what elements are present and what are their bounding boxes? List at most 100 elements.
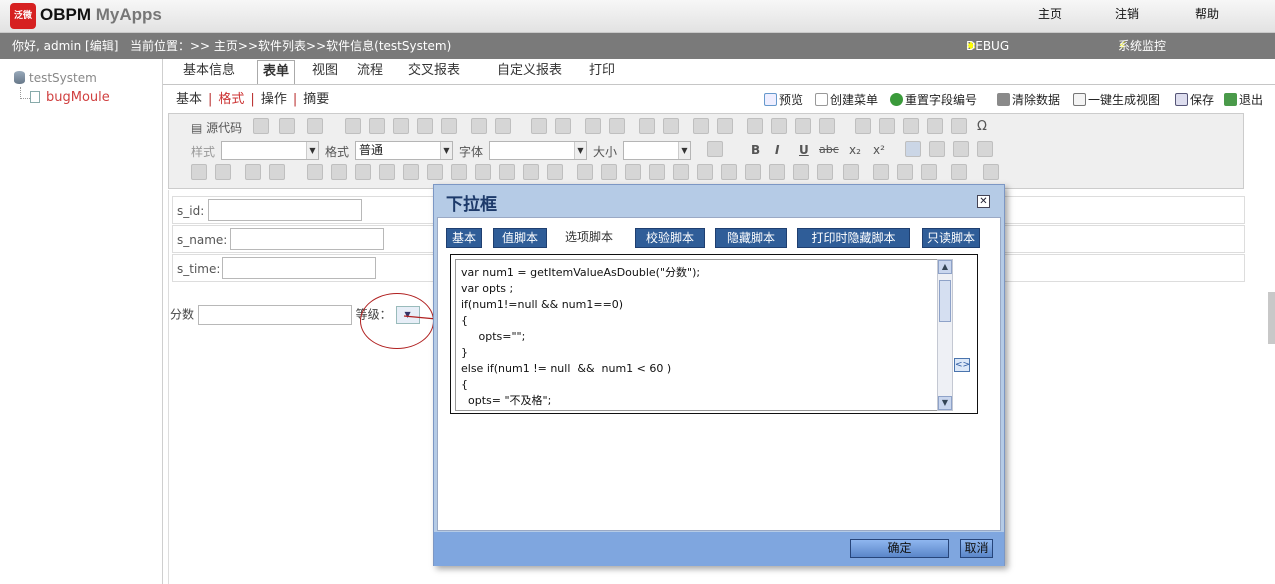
- tab-custom-report[interactable]: 自定义报表: [497, 60, 562, 82]
- user-greeting[interactable]: 你好, admin [编辑]: [12, 33, 118, 59]
- tab-flow[interactable]: 流程: [357, 60, 383, 82]
- superscript-button[interactable]: x²: [873, 143, 885, 157]
- tab-cross-report[interactable]: 交叉报表: [408, 60, 460, 82]
- redo-icon[interactable]: [555, 118, 571, 134]
- reset-field-number-button[interactable]: 重置字段编号: [890, 91, 977, 108]
- tab-field-icon[interactable]: [577, 164, 593, 180]
- html-editor-icon[interactable]: [721, 164, 737, 180]
- dialog-tab-basic[interactable]: 基本: [446, 228, 482, 248]
- qrcode-icon[interactable]: [817, 164, 833, 180]
- nav-home-link[interactable]: 主页: [1038, 5, 1062, 22]
- blockquote-icon[interactable]: [795, 118, 811, 134]
- save-template-icon[interactable]: [253, 118, 269, 134]
- word-field-icon[interactable]: [601, 164, 617, 180]
- subtab-format[interactable]: 格式: [218, 92, 244, 107]
- paste-text-icon[interactable]: [417, 118, 433, 134]
- align-center-icon[interactable]: [929, 141, 945, 157]
- select-field-icon[interactable]: [451, 164, 467, 180]
- tree-field-icon[interactable]: [355, 164, 371, 180]
- view-field-icon[interactable]: [523, 164, 539, 180]
- save-button[interactable]: 保存: [1175, 91, 1214, 108]
- format-select[interactable]: 普通 ▼: [355, 141, 453, 160]
- table-icon[interactable]: [903, 118, 919, 134]
- image-upload-icon[interactable]: [625, 164, 641, 180]
- dialog-tab-print-hide-script[interactable]: 打印时隐藏脚本: [797, 228, 910, 248]
- textarea-icon[interactable]: [269, 164, 285, 180]
- script-edit-icon[interactable]: <>: [954, 358, 970, 372]
- calendar-icon[interactable]: [331, 164, 347, 180]
- select-all-icon[interactable]: [639, 118, 655, 134]
- department-icon[interactable]: [379, 164, 395, 180]
- spellcheck-icon[interactable]: [495, 118, 511, 134]
- report-icon[interactable]: [769, 164, 785, 180]
- tree-root[interactable]: testSystem: [14, 71, 97, 85]
- tab-form[interactable]: 表单: [257, 60, 296, 85]
- bold-button[interactable]: B: [751, 143, 760, 157]
- nav-logout-link[interactable]: 注销: [1115, 5, 1139, 22]
- s-time-input[interactable]: [222, 257, 376, 279]
- subtab-basic[interactable]: 基本: [176, 92, 202, 107]
- s-name-input[interactable]: [230, 228, 384, 250]
- source-code-button[interactable]: ▤ 源代码: [191, 119, 242, 136]
- clear-data-button[interactable]: 清除数据: [997, 91, 1060, 108]
- smiley-icon[interactable]: [951, 118, 967, 134]
- align-right-icon[interactable]: [953, 141, 969, 157]
- tab-print[interactable]: 打印: [589, 60, 615, 82]
- suggest-field-icon[interactable]: [499, 164, 515, 180]
- script-textarea[interactable]: var num1 = getItemValueAsDouble("分数"); v…: [455, 259, 939, 411]
- eraser-icon[interactable]: [663, 118, 679, 134]
- dialog-tab-readonly-script[interactable]: 只读脚本: [922, 228, 980, 248]
- underline-button[interactable]: U: [799, 143, 809, 157]
- close-icon[interactable]: ✕: [977, 195, 990, 208]
- maximize-icon[interactable]: [707, 141, 723, 157]
- paste-word-icon[interactable]: [441, 118, 457, 134]
- style-select[interactable]: ▼: [221, 141, 319, 160]
- scroll-up-icon[interactable]: ▲: [938, 260, 952, 274]
- dialog-tab-validate-script[interactable]: 校验脚本: [635, 228, 705, 248]
- dialog-tab-hide-script[interactable]: 隐藏脚本: [715, 228, 787, 248]
- bg-color-icon[interactable]: [983, 164, 999, 180]
- italic-button[interactable]: I: [775, 143, 779, 157]
- s-id-input[interactable]: [208, 199, 362, 221]
- text-color-icon[interactable]: [951, 164, 967, 180]
- div-container-icon[interactable]: [819, 118, 835, 134]
- align-left-icon[interactable]: [905, 141, 921, 157]
- form-field-icon[interactable]: [307, 164, 323, 180]
- tab-basic-info[interactable]: 基本信息: [183, 60, 235, 82]
- nav-help-link[interactable]: 帮助: [1195, 5, 1219, 22]
- score-input[interactable]: [197, 305, 352, 325]
- textfield-icon[interactable]: [245, 164, 261, 180]
- map-field-icon[interactable]: [649, 164, 665, 180]
- include-field-icon[interactable]: [547, 164, 563, 180]
- outdent-icon[interactable]: [747, 118, 763, 134]
- link-icon[interactable]: [873, 164, 889, 180]
- cut-icon[interactable]: [345, 118, 361, 134]
- bullet-list-icon[interactable]: [717, 118, 733, 134]
- align-justify-icon[interactable]: [977, 141, 993, 157]
- generate-view-button[interactable]: 一键生成视图: [1073, 91, 1160, 108]
- numbered-list-icon[interactable]: [693, 118, 709, 134]
- ok-button[interactable]: 确定: [850, 539, 949, 558]
- horizontal-rule-icon[interactable]: [927, 118, 943, 134]
- weixin-icon[interactable]: [697, 164, 713, 180]
- page-scrollbar[interactable]: [1268, 292, 1275, 344]
- tab-view[interactable]: 视图: [312, 60, 338, 82]
- strike-button[interactable]: abc: [819, 143, 839, 156]
- template-icon[interactable]: [307, 118, 323, 134]
- unlink-icon[interactable]: [897, 164, 913, 180]
- user-field-icon[interactable]: [403, 164, 419, 180]
- preview-page-icon[interactable]: [279, 118, 295, 134]
- button-field-icon[interactable]: [475, 164, 491, 180]
- print-icon[interactable]: [471, 118, 487, 134]
- indent-icon[interactable]: [771, 118, 787, 134]
- dialog-tab-value-script[interactable]: 值脚本: [493, 228, 547, 248]
- flow-field-icon[interactable]: [843, 164, 859, 180]
- undo-icon[interactable]: [531, 118, 547, 134]
- script-scrollbar[interactable]: ▲ ▼: [937, 259, 953, 411]
- font-select[interactable]: ▼: [489, 141, 587, 160]
- file-upload-icon[interactable]: [673, 164, 689, 180]
- subtab-operation[interactable]: 操作: [261, 92, 287, 107]
- create-menu-button[interactable]: 创建菜单: [815, 91, 878, 108]
- subtab-summary[interactable]: 摘要: [303, 92, 329, 107]
- size-select[interactable]: ▼: [623, 141, 691, 160]
